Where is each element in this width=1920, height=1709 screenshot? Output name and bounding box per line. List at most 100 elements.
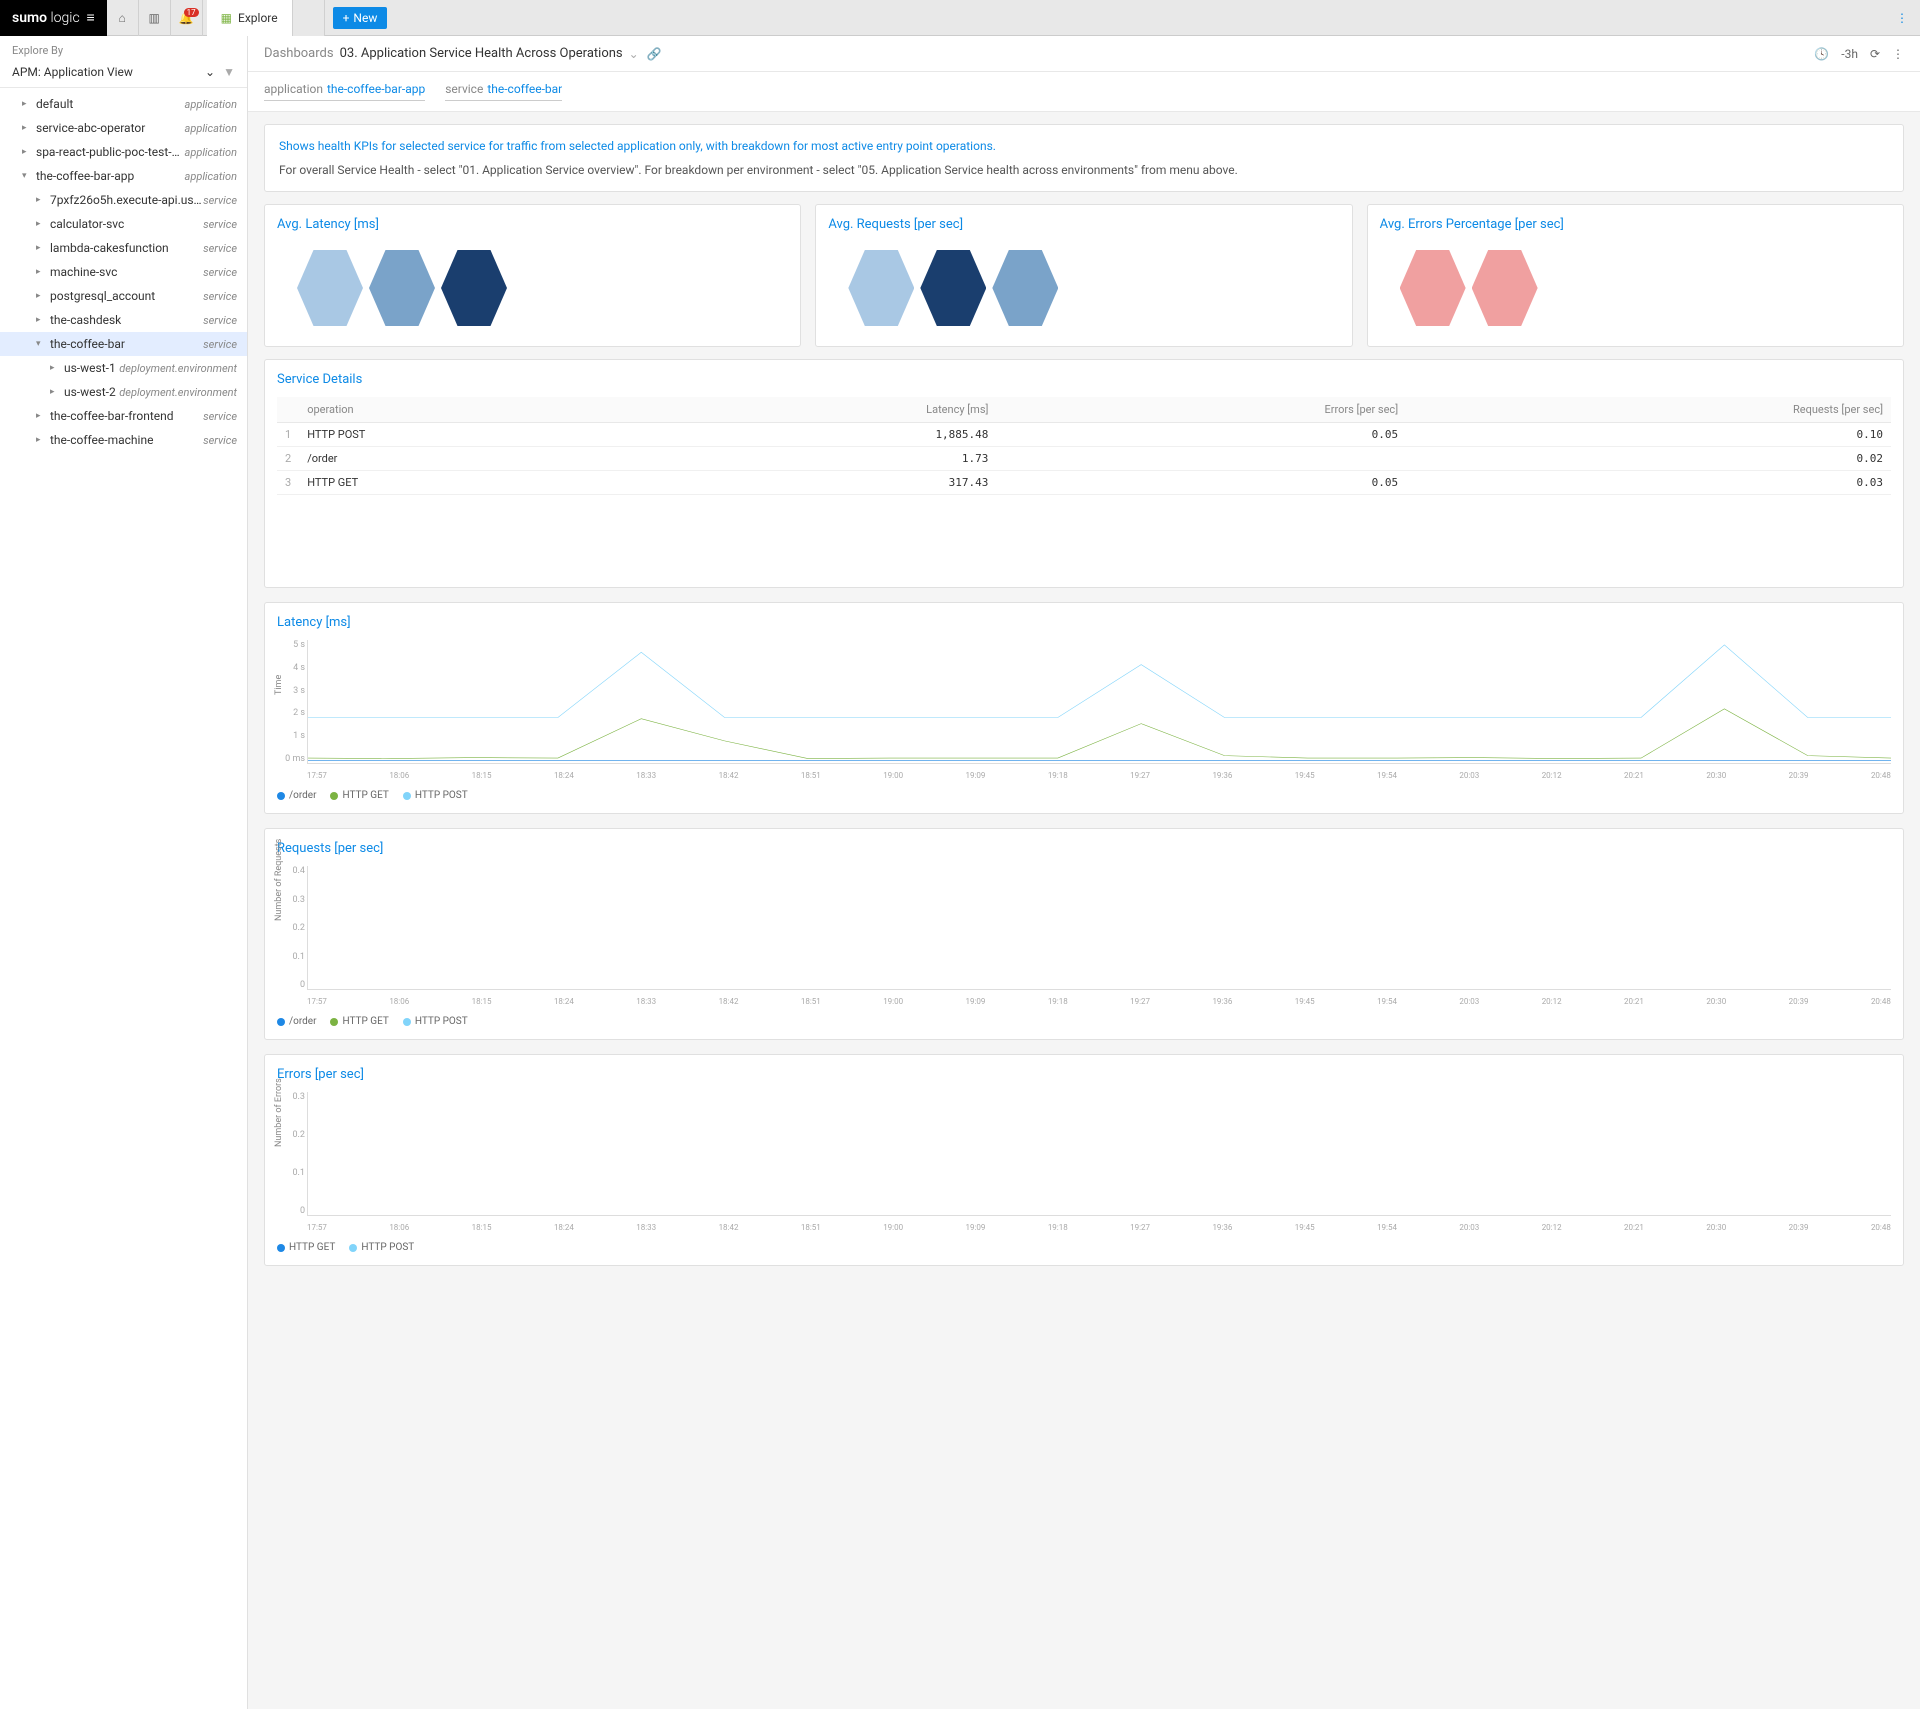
service-details-table: operation Latency [ms] Errors [per sec] … [277, 397, 1891, 495]
legend-item[interactable]: /order [277, 790, 316, 801]
hex-cell[interactable] [1472, 250, 1538, 326]
sidebar-item-lambda-cakesfunction[interactable]: ▸lambda-cakesfunctionservice [0, 236, 247, 260]
chevron-down-icon[interactable]: ⌄ [629, 47, 639, 61]
sidebar-item-default[interactable]: ▸defaultapplication [0, 92, 247, 116]
caret-icon: ▸ [36, 435, 46, 445]
sidebar-item-machine-svc[interactable]: ▸ machine-svcservice [0, 260, 247, 284]
hex-cell[interactable] [369, 250, 435, 326]
tree-label: machine-svc [50, 265, 203, 279]
clock-icon: 🕓 [1814, 47, 1829, 61]
caret-icon: ▸ [36, 219, 46, 229]
sidebar-item-the-coffee-bar-frontend[interactable]: ▸the-coffee-bar-frontendservice [0, 404, 247, 428]
caret-icon: ▸ [22, 123, 32, 133]
caret-icon: ▸ [22, 99, 32, 109]
sidebar-item-us-west-1[interactable]: ▸us-west-1deployment.environment [0, 356, 247, 380]
tree-label: lambda-cakesfunction [50, 241, 203, 255]
table-row[interactable]: 1HTTP POST1,885.480.050.10 [277, 423, 1891, 447]
filter-icon[interactable]: ▼ [223, 65, 235, 79]
tree-type: deployment.environment [119, 362, 237, 375]
tree-type: service [203, 266, 237, 279]
logo: sumo logic ≡ [0, 0, 107, 36]
filter-service[interactable]: servicethe-coffee-bar [445, 82, 562, 101]
tree-type: service [203, 434, 237, 447]
sidebar-item-us-west-2[interactable]: ▸ us-west-2deployment.environment [0, 380, 247, 404]
sidebar-item-the-coffee-machine[interactable]: ▸ the-coffee-machineservice [0, 428, 247, 452]
tree-type: deployment.environment [119, 386, 237, 399]
hex-cell[interactable] [848, 250, 914, 326]
legend-item[interactable]: HTTP POST [403, 1016, 468, 1027]
kebab-icon[interactable]: ⋮ [1892, 47, 1904, 61]
bell-badge: 17 [184, 8, 199, 17]
tree-label: the-cashdesk [50, 313, 203, 327]
tab-empty[interactable] [293, 0, 325, 36]
description-panel: Shows health KPIs for selected service f… [264, 124, 1904, 192]
caret-icon: ▸ [36, 315, 46, 325]
tree-label: service-abc-operator [36, 121, 185, 135]
legend-item[interactable]: /order [277, 1016, 316, 1027]
tree-label: the-coffee-bar [50, 337, 203, 351]
legend-item[interactable]: HTTP GET [277, 1242, 335, 1253]
time-range[interactable]: -3h [1841, 47, 1858, 61]
legend-item[interactable]: HTTP POST [349, 1242, 414, 1253]
table-row[interactable]: 2/order1.730.02 [277, 447, 1891, 471]
chevron-down-icon: ⌄ [205, 65, 215, 79]
tree-type: application [185, 98, 237, 111]
tree-label: the-coffee-machine [50, 433, 203, 447]
hex-cell[interactable] [297, 250, 363, 326]
hex-cell[interactable] [920, 250, 986, 326]
view-selector[interactable]: APM: Application View ⌄▼ [0, 61, 247, 88]
tree-label: postgresql_account [50, 289, 203, 303]
kpi-panel: Avg. Errors Percentage [per sec] [1367, 204, 1904, 347]
link-icon[interactable]: 🔗 [647, 47, 662, 61]
tree-label: the-coffee-bar-app [36, 169, 185, 183]
tree-type: service [203, 218, 237, 231]
more-menu-icon[interactable]: ⋮ [1896, 11, 1920, 25]
tree-type: application [185, 122, 237, 135]
tree-label: spa-react-public-poc-test-applicat... [36, 145, 185, 159]
filter-application[interactable]: applicationthe-coffee-bar-app [264, 82, 425, 101]
caret-icon: ▸ [36, 291, 46, 301]
panel-title: Service Details [277, 372, 1891, 387]
home-icon[interactable]: ⌂ [107, 0, 139, 36]
sidebar-item-the-coffee-bar[interactable]: ▾the-coffee-barservice [0, 332, 247, 356]
filters-bar: applicationthe-coffee-bar-app servicethe-… [248, 72, 1920, 112]
content: Dashboards 03. Application Service Healt… [248, 36, 1920, 1709]
latency-chart[interactable]: Time 5 s4 s3 s2 s1 s0 ms 17:5718:0618:15… [307, 640, 1891, 780]
explore-by-label: Explore By [0, 36, 247, 61]
caret-icon: ▸ [50, 387, 60, 397]
legend-item[interactable]: HTTP GET [330, 1016, 388, 1027]
legend-item[interactable]: HTTP POST [403, 790, 468, 801]
hex-cell[interactable] [992, 250, 1058, 326]
tree-label: us-west-2 [64, 385, 119, 399]
table-row[interactable]: 3HTTP GET317.430.050.03 [277, 471, 1891, 495]
tree-type: application [185, 170, 237, 183]
errors-chart[interactable]: Number of Errors 0.30.20.10 17:5718:0618… [307, 1092, 1891, 1232]
sidebar-item-7pxfz26o5h-execute-api-us-west-2-a-[interactable]: ▸7pxfz26o5h.execute-api.us-west-2.a...se… [0, 188, 247, 212]
legend-item[interactable]: HTTP GET [330, 790, 388, 801]
sidebar-item-service-abc-operator[interactable]: ▸ service-abc-operatorapplication [0, 116, 247, 140]
sidebar-item-the-coffee-bar-app[interactable]: ▾the-coffee-bar-appapplication [0, 164, 247, 188]
sidebar-item-calculator-svc[interactable]: ▸calculator-svcservice [0, 212, 247, 236]
sidebar-item-spa-react-public-poc-test-applicat-[interactable]: ▸spa-react-public-poc-test-applicat...ap… [0, 140, 247, 164]
tree-label: 7pxfz26o5h.execute-api.us-west-2.a... [50, 193, 203, 207]
plus-icon: + [343, 11, 350, 25]
tree-type: service [203, 290, 237, 303]
breadcrumb[interactable]: Dashboards [264, 46, 334, 61]
caret-icon: ▸ [36, 411, 46, 421]
tab-explore[interactable]: ▦Explore [207, 0, 293, 36]
sidebar-item-the-cashdesk[interactable]: ▸the-cashdeskservice [0, 308, 247, 332]
hex-cell[interactable] [1400, 250, 1466, 326]
hex-cell[interactable] [441, 250, 507, 326]
folder-icon[interactable]: ▥ [139, 0, 171, 36]
sidebar: Explore By APM: Application View ⌄▼ ▸def… [0, 36, 248, 1709]
caret-icon: ▸ [36, 267, 46, 277]
refresh-icon[interactable]: ⟳ [1870, 47, 1880, 61]
kpi-title: Avg. Latency [ms] [277, 217, 788, 232]
requests-chart[interactable]: Number of Requests 0.40.30.20.10 17:5718… [307, 866, 1891, 1006]
caret-icon: ▸ [36, 195, 46, 205]
kpi-panel: Avg. Requests [per sec] [815, 204, 1352, 347]
bell-icon[interactable]: 🔔17 [171, 0, 203, 36]
caret-icon: ▸ [50, 363, 60, 373]
sidebar-item-postgresql-account[interactable]: ▸ postgresql_accountservice [0, 284, 247, 308]
new-button[interactable]: +New [333, 7, 388, 29]
